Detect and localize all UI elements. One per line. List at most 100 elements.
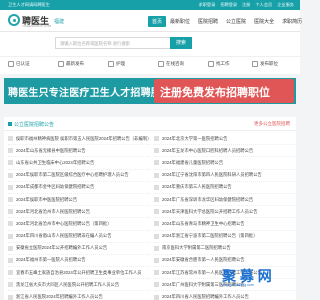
personal-member-link[interactable]: 个人会员 — [255, 2, 272, 8]
job-title: 2024年五龙市中心医院口腔科招聘人员招聘公告 — [162, 147, 254, 153]
clock-icon — [58, 61, 64, 67]
search-bar: 请输入职位名称或医院名称 进行搜索 搜索 — [0, 32, 300, 56]
list-item[interactable]: 2024年侯职市中医医院招聘公告 — [8, 194, 150, 207]
login-employer-link[interactable]: 招聘登录 — [220, 2, 237, 8]
quick-link-nursing[interactable]: 护理 — [108, 61, 125, 67]
register-link[interactable]: 注册 — [242, 2, 250, 8]
list-bullet-icon — [154, 197, 159, 203]
list-item[interactable]: 2024年重庆市第三人民医院招聘公告 — [154, 182, 296, 194]
job-title: 2024年山东省无棣县中医院招聘公告 — [16, 147, 86, 153]
search-button[interactable]: 搜索 — [170, 37, 192, 49]
list-item[interactable]: 2024年北京大学第一医院招聘公告 — [154, 133, 296, 146]
city-selector[interactable]: 福建 — [54, 18, 64, 25]
chat-icon — [158, 61, 164, 67]
search-input[interactable]: 请输入职位名称或医院名称 进行搜索 — [55, 37, 170, 49]
plus-icon — [252, 61, 258, 67]
list-bullet-icon — [154, 136, 159, 142]
more-link[interactable]: 更多公立医院招聘 — [254, 121, 290, 127]
list-item[interactable]: 黑龙江省大庆市大同区人民医院公开招聘工作人员公告 — [8, 279, 150, 292]
list-item[interactable]: 2024年广东省深圳市龙华区妇幼保健院招聘公告 — [154, 194, 296, 207]
list-item[interactable]: 2024年浙江省宁波市第二医院招聘公告（第四批） — [154, 231, 296, 243]
job-title: 2024年福建省儿童医院招聘公告 — [162, 159, 224, 165]
quick-link-label: 在线咨询 — [166, 61, 184, 66]
list-item[interactable]: 2024年成都市金牛区妇幼保健院招聘公告 — [8, 182, 150, 194]
list-bullet-icon — [8, 209, 13, 215]
job-title: 2024年北京大学第一医院招聘公告 — [162, 135, 228, 141]
nav-hospital-directory[interactable]: 医院大全 — [250, 16, 278, 27]
list-item[interactable]: 2024年天津医科大学总医院公开招聘工作人员公告 — [154, 206, 296, 219]
nav-public-hospitals[interactable]: 公立医院 — [222, 16, 250, 27]
banner-slogan: 聘医生只专注医疗卫生人才招聘服务 — [8, 88, 172, 99]
list-item[interactable]: 侯职市福州精神病医院 侯职市第五人民医院2024年招聘公告（非编制） — [8, 133, 150, 146]
list-item[interactable]: 宜春市五峰土家族自治县2024年公开招聘卫生类事业单位工作人员 — [8, 267, 150, 280]
quick-links: 已认证 最新发布 护理 在线咨询 找工作 发布职位 — [0, 56, 300, 74]
job-title: 2024年辽宁省沈阳市第四人民医院科研人员招聘公告 — [162, 172, 262, 178]
job-title: 南京医科大学附属第二医院招聘公告 — [162, 245, 231, 251]
list-item[interactable]: 安徽省立医院2024年公开招聘编外工作人员公告 — [8, 243, 150, 255]
job-title: 2024年天津医科大学总医院公开招聘工作人员公告 — [162, 208, 258, 214]
enterprise-service-link[interactable]: 企业服务 — [277, 2, 294, 8]
list-item[interactable]: 2024年辽宁省沈阳市第四人民医院科研人员招聘公告 — [154, 170, 296, 182]
list-item[interactable]: 浙江省人民医院2024年招聘编外工作人员公告 — [8, 291, 150, 300]
job-title: 2024年福州市第一医院人员招聘公告 — [16, 257, 86, 263]
list-bullet-icon — [8, 294, 13, 300]
section-title: 公立医院招聘公告 — [14, 122, 55, 128]
job-title: 安徽省立医院2024年公开招聘编外工作人员公告 — [16, 245, 108, 251]
list-bullet-icon — [8, 221, 13, 227]
list-bullet-icon — [154, 233, 159, 239]
quick-link-latest[interactable]: 最新发布 — [58, 61, 84, 67]
list-bullet-icon — [154, 184, 159, 190]
nav-hospital-hiring[interactable]: 医院招聘 — [194, 16, 222, 27]
job-title: 2024年广东省深圳市龙华区妇幼保健院招聘公告 — [162, 196, 254, 202]
list-bullet-icon — [8, 197, 13, 203]
site-logo[interactable]: 聘医生 YISHENGPINYI.COM — [8, 14, 51, 28]
list-item[interactable]: 2024年山东省青岛市精神卫生中心招聘公告 — [154, 218, 296, 231]
logo-subtext: YISHENGPINYI.COM — [22, 24, 52, 28]
login-job-seeker-link[interactable]: 求职登录 — [199, 2, 216, 8]
quick-link-label: 发布职位 — [260, 61, 278, 66]
quick-link-consult[interactable]: 在线咨询 — [158, 61, 184, 67]
list-bullet-icon — [154, 172, 159, 178]
list-item[interactable]: 2024年福建省儿童医院招聘公告 — [154, 157, 296, 170]
list-item[interactable]: 山东省公共卫生临床中心2024年招聘公告 — [8, 157, 150, 170]
quick-link-find-job[interactable]: 找工作 — [208, 61, 230, 67]
list-item[interactable]: 南京医科大学附属第二医院招聘公告 — [154, 243, 296, 255]
list-item[interactable]: 2024年河北省沧州市中心医院招聘公告（第四批） — [8, 218, 150, 231]
quick-link-label: 护理 — [116, 61, 125, 66]
job-title: 侯职市福州精神病医院 侯职市第五人民医院2024年招聘公告（非编制） — [16, 135, 150, 141]
nav-home[interactable]: 首页 — [148, 16, 167, 27]
list-item[interactable]: 2024年四川省眉山市人民医院招聘非在编人员公告 — [8, 231, 150, 243]
quick-link-post-job[interactable]: 发布职位 — [252, 61, 278, 67]
quick-link-label: 已认证 — [16, 61, 30, 66]
list-item[interactable]: 2024年侯职市第二医院区级综合医疗中心招聘护理人员公告 — [8, 170, 150, 182]
job-title: 2024年侯职市第二医院区级综合医疗中心招聘护理人员公告 — [16, 172, 129, 178]
list-item[interactable]: 2024年福州市第一医院人员招聘公告 — [8, 255, 150, 268]
list-item[interactable]: 2024年五龙市中心医院口腔科招聘人员招聘公告 — [154, 145, 296, 158]
quick-link-label: 最新发布 — [66, 61, 84, 66]
job-title: 2024年侯职市中医医院招聘公告 — [16, 196, 78, 202]
list-bullet-icon — [8, 160, 13, 166]
promo-banner[interactable]: 聘医生只专注医疗卫生人才招聘服务 注册免费发布招聘职位 — [4, 78, 296, 104]
top-bar: 卫生人才网请网聘医生 求职登录 招聘登录 注册 个人会员 企业服务 — [0, 0, 300, 10]
list-bullet-icon — [154, 294, 159, 300]
nav-resumes[interactable]: 求职简历 — [278, 16, 306, 27]
banner-cta-text: 注册免费发布招聘职位 — [160, 87, 270, 99]
list-bullet-icon — [8, 148, 13, 154]
list-item[interactable]: 2024年河北省沧州市人民医院招聘公告 — [8, 206, 150, 219]
verified-icon — [8, 61, 14, 67]
banner-cta[interactable]: 注册免费发布招聘职位 — [154, 79, 294, 103]
quick-link-verified[interactable]: 已认证 — [8, 61, 30, 67]
list-bullet-icon — [8, 282, 13, 288]
nav-latest-jobs[interactable]: 最新职位 — [166, 16, 194, 27]
job-title: 宜春市五峰土家族自治县2024年公开招聘卫生类事业单位工作人员 — [16, 269, 142, 275]
list-item[interactable]: 2024年四川省人民医院招聘编外工作人员公告 — [154, 291, 296, 300]
list-bullet-icon — [154, 245, 159, 251]
list-item[interactable]: 2024年山东省无棣县中医院招聘公告 — [8, 145, 150, 158]
job-title: 2024年四川省眉山市人民医院招聘非在编人员公告 — [16, 233, 112, 239]
job-title: 2024年浙江省宁波市第二医院招聘公告（第四批） — [162, 233, 258, 239]
job-title: 2024年重庆市第三人民医院招聘公告 — [162, 184, 232, 190]
quick-link-label: 找工作 — [216, 61, 230, 66]
main-nav: 首页 最新职位 医院招聘 公立医院 医院大全 求职简历 — [148, 16, 306, 27]
nurse-icon — [108, 61, 114, 67]
briefcase-icon — [208, 61, 214, 67]
